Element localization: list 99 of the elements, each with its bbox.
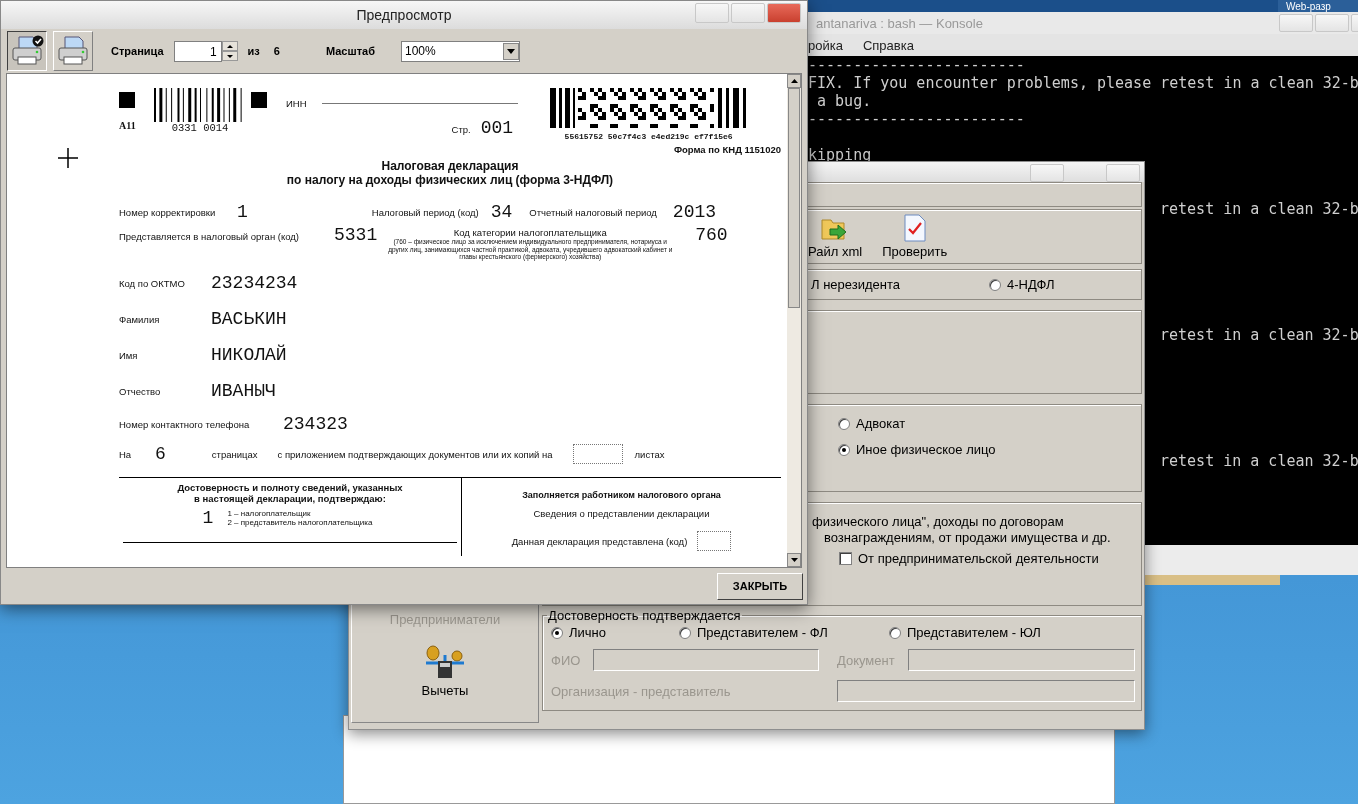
field-label: Организация - представитель — [551, 683, 732, 699]
checkbox-option[interactable]: От предпринимательской деятельности — [839, 551, 1099, 566]
form-code: A11 — [119, 120, 136, 131]
scrollbar[interactable] — [787, 74, 801, 567]
section-title: Достоверность и полноту сведений, указанных — [177, 482, 403, 493]
field-label: Отчетный налоговый период — [529, 206, 657, 218]
section-title: Заполняется работником налогового органа — [522, 490, 721, 500]
field-label: Номер контактного телефона — [119, 418, 251, 430]
field-label: листах — [634, 448, 665, 460]
terminal-line: retest in a clean 32-b — [1160, 452, 1358, 470]
down-arrow-icon — [790, 558, 798, 562]
radio-option[interactable]: Иное физическое лицо — [838, 442, 996, 457]
field-label: Код по ОКТМО — [119, 277, 186, 289]
field-value: 23234234 — [211, 273, 298, 293]
zoom-label: Масштаб — [325, 45, 375, 57]
terminal-line: retest in a clean 32-b — [1160, 200, 1358, 218]
field-value: 1 — [202, 508, 214, 528]
field-value: 6 — [155, 444, 166, 464]
crosshair-icon — [58, 148, 78, 168]
toolbar-button[interactable]: Проверить — [882, 214, 948, 259]
minimize-button[interactable] — [1030, 164, 1064, 182]
maximize-button[interactable] — [731, 3, 765, 23]
field-value: 5331 — [334, 225, 378, 245]
toolbar-button[interactable]: Райл xml — [808, 214, 863, 259]
print-button[interactable] — [7, 31, 47, 71]
inn-label: ИНН — [286, 98, 307, 109]
close-button[interactable] — [767, 3, 801, 23]
terminal-line: ------------------------ — [808, 56, 1025, 74]
close-button[interactable]: ЗАКРЫТЬ — [717, 572, 803, 600]
hash-text: 55615752 50c7f4c3 e4ed219c ef7f15e6 — [564, 132, 733, 141]
terminal-line: retest in a clean 32-b — [1160, 326, 1358, 344]
page-label: Стр. — [451, 124, 471, 135]
terminal-line: ------------------------ — [808, 110, 1025, 128]
radio-option[interactable]: 4-НДФЛ — [989, 277, 1055, 292]
terminal-line: FIX. If you encounter problems, please retest in a clean 32-b — [808, 74, 1358, 92]
field-label: Фамилия — [119, 313, 161, 325]
field-label: Номер корректировки — [119, 206, 217, 218]
caret-icon — [506, 48, 515, 54]
terminal-line: a bug. — [816, 92, 872, 110]
field-value: 34 — [490, 202, 513, 222]
minimize-button[interactable] — [695, 3, 729, 23]
form-title: Налоговая декларация — [381, 159, 519, 173]
description-text: физического лица", доходы по договорам — [812, 514, 1064, 530]
field-value: НИКОЛАЙ — [211, 345, 287, 365]
up-arrow-icon — [790, 79, 798, 83]
minimize-button[interactable] — [1279, 14, 1313, 32]
code-boxes — [697, 531, 732, 551]
option-text: 1 – налогоплательщик — [227, 509, 311, 518]
of-label: из — [247, 45, 260, 57]
page-count: 6 — [273, 45, 280, 57]
field-label: Документ — [837, 652, 896, 668]
menu-item[interactable]: ройка — [808, 37, 843, 53]
spin-arrows-icon[interactable] — [221, 41, 238, 61]
section-title: в настоящей декларации, подтверждаю: — [194, 493, 386, 504]
page-label: Страница — [111, 45, 164, 57]
code-boxes — [572, 444, 623, 464]
radio-option[interactable]: Представителем - ЮЛ — [889, 625, 1135, 640]
sidebar-item[interactable]: Вычеты — [421, 683, 469, 698]
option-label: Л нерезидента — [811, 276, 901, 293]
field-label: Представляется в налоговый орган (код) — [119, 231, 300, 242]
field-value: ВАСЬКИН — [211, 309, 287, 329]
marker-square — [119, 92, 135, 108]
field-label: с приложением подтверждающих документов или их копий на — [277, 448, 553, 460]
form-number: Форма по КНД 1151020 — [673, 144, 781, 155]
radio-option[interactable]: Адвокат — [838, 416, 906, 431]
field-label: Имя — [119, 349, 139, 361]
field-value: 760 — [695, 225, 728, 245]
field-value: 2013 — [672, 202, 717, 222]
radio-option[interactable]: Лично — [551, 625, 679, 640]
option-text: 2 – представитель налогоплательщика — [227, 518, 373, 527]
zoom-select[interactable]: 100% — [400, 40, 520, 62]
field-label: Данная декларация представлена (код) — [511, 535, 688, 547]
field-value: 234323 — [283, 414, 348, 434]
field-label: ФИО — [551, 652, 582, 668]
menu-item[interactable]: Справка — [862, 37, 914, 53]
printer-check-icon — [10, 35, 44, 67]
page-input[interactable]: 1 — [173, 40, 222, 62]
maximize-button[interactable] — [1315, 14, 1349, 32]
window-title: Предпросмотр — [356, 7, 452, 23]
radio-option[interactable]: Представителем - ФЛ — [679, 625, 889, 640]
field-value: 1 — [237, 202, 248, 222]
field-label: Сведения о представлении декларации — [533, 508, 710, 519]
page-number: 001 — [480, 118, 514, 138]
group-title: Достоверность подтверждается — [547, 608, 742, 623]
description-text: вознаграждениям, от продажи имущества и др. — [823, 530, 1111, 546]
taskbar-item[interactable]: Web-разр — [1278, 0, 1358, 12]
field-label: Отчество — [119, 385, 162, 397]
form-title: по налогу на доходы физических лиц (форма 3-НДФЛ) — [286, 173, 614, 187]
field-label: Налоговый период (код) — [371, 206, 479, 218]
document-check-icon — [902, 214, 927, 242]
marker-square — [251, 92, 267, 108]
window-title: antanariva : bash — Konsole — [816, 15, 983, 31]
field-value: ИВАНЫЧ — [211, 381, 276, 401]
barcode-number: 0331 0014 — [171, 122, 229, 134]
field-label: Код категории налогоплательщика — [453, 227, 607, 238]
printer-icon — [56, 35, 90, 67]
close-button[interactable] — [1106, 164, 1140, 182]
field-label: страницах — [211, 448, 258, 460]
field-label: На — [119, 448, 133, 460]
